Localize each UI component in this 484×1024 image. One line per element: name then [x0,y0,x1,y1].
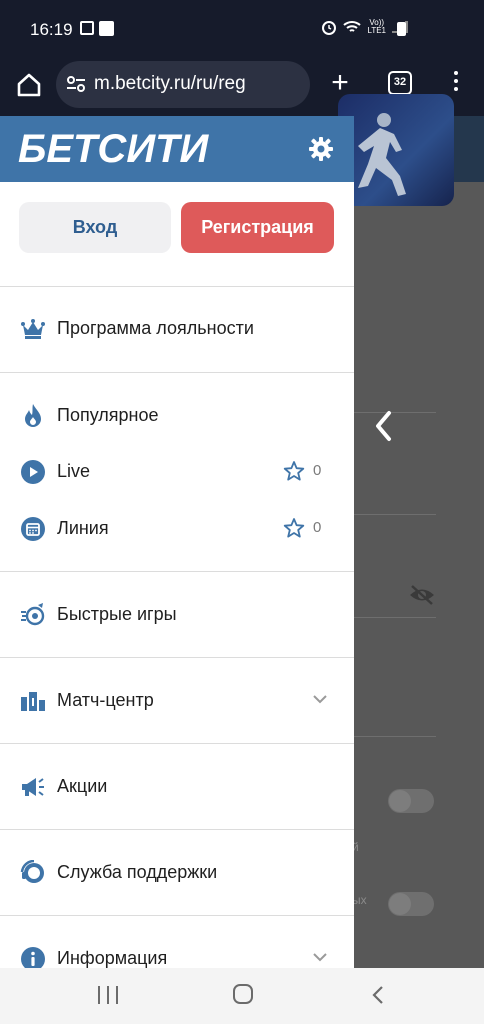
navigation-drawer: БЕТСИТИ Вход Регистрация Программа лояль… [0,116,354,968]
chevron-down-icon[interactable] [312,693,328,705]
alarm-icon [322,21,337,35]
home-button-icon[interactable] [233,984,253,1004]
address-bar[interactable]: m.betcity.ru/ru/reg [56,61,310,108]
tab-switcher-button[interactable]: 32 [388,71,412,95]
info-icon [21,947,45,968]
menu-item-support[interactable]: Служба поддержки [0,850,354,894]
divider [0,915,354,916]
favorites-count: 0 [313,519,322,536]
register-button[interactable]: Регистрация [181,202,334,253]
status-time: 16:19 [30,20,73,39]
menu-item-fast-games[interactable]: Быстрые игры [0,592,354,636]
battery-icon [397,22,406,36]
menu-item-label: Популярное [57,405,159,425]
menu-item-label: Линия [57,518,109,538]
home-icon[interactable] [14,70,44,100]
site-settings-icon[interactable] [66,75,86,93]
wifi-icon [343,21,362,32]
login-button[interactable]: Вход [19,202,171,253]
system-navigation-bar [0,968,484,1024]
eye-off-icon[interactable] [408,584,436,606]
toggle-switch[interactable] [388,789,434,813]
fast-games-icon [21,603,45,626]
bg-divider [350,736,436,737]
star-icon[interactable] [283,460,305,482]
divider [0,372,354,373]
menu-item-match-center[interactable]: Матч-центр [0,678,354,722]
divider [0,657,354,658]
volte-icon: Vo)) LTE1 [367,18,386,35]
menu-item-loyalty[interactable]: Программа лояльности [0,306,354,350]
star-icon[interactable] [283,517,305,539]
flame-icon [25,404,41,427]
bg-divider [350,617,436,618]
support-icon [20,860,44,883]
play-icon [21,460,45,484]
stats-icon [21,692,45,711]
recent-apps-icon[interactable] [98,986,118,1004]
screen: 16:19 Vo)) LTE1 m.betcity.ru/ru/reg + 32 [0,0,484,1024]
megaphone-icon [22,778,44,796]
menu-item-info[interactable]: Информация [0,936,354,968]
menu-item-live[interactable]: Live 0 [0,449,354,493]
gear-icon[interactable] [308,136,334,162]
url-text[interactable]: m.betcity.ru/ru/reg [94,73,246,95]
menu-item-promotions[interactable]: Акции [0,764,354,808]
divider [0,743,354,744]
calendar-icon [21,517,45,541]
divider [0,286,354,287]
divider [0,829,354,830]
menu-item-label: Акции [57,776,108,796]
status-right-icons: Vo)) LTE1 [321,19,408,35]
brand-logo[interactable]: БЕТСИТИ [18,126,208,172]
more-menu-icon[interactable] [448,68,464,100]
divider [0,571,354,572]
chevron-down-icon[interactable] [312,951,328,963]
back-icon[interactable] [370,984,386,1006]
background-text-fragment: ых [352,893,367,907]
menu-item-label: Служба поддержки [57,862,218,882]
menu-item-label: Быстрые игры [57,604,177,624]
menu-item-label: Программа лояльности [57,318,254,338]
toggle-switch[interactable] [388,892,434,916]
menu-item-popular[interactable]: Популярное [0,393,354,437]
menu-item-label: Live [57,461,91,481]
status-bar: 16:19 Vo)) LTE1 [0,0,484,58]
menu-item-label: Информация [57,948,168,968]
chevron-left-icon[interactable] [372,408,394,444]
player-image [358,113,406,196]
status-left-icons [80,21,114,36]
favorites-count: 0 [313,462,322,479]
gallery-icon [80,21,94,35]
puzzle-icon [99,21,114,36]
menu-item-line[interactable]: Линия 0 [0,506,354,550]
menu-item-label: Матч-центр [57,690,154,710]
bg-divider [350,514,436,515]
crown-icon [21,319,45,339]
drawer-header: БЕТСИТИ [0,116,354,182]
